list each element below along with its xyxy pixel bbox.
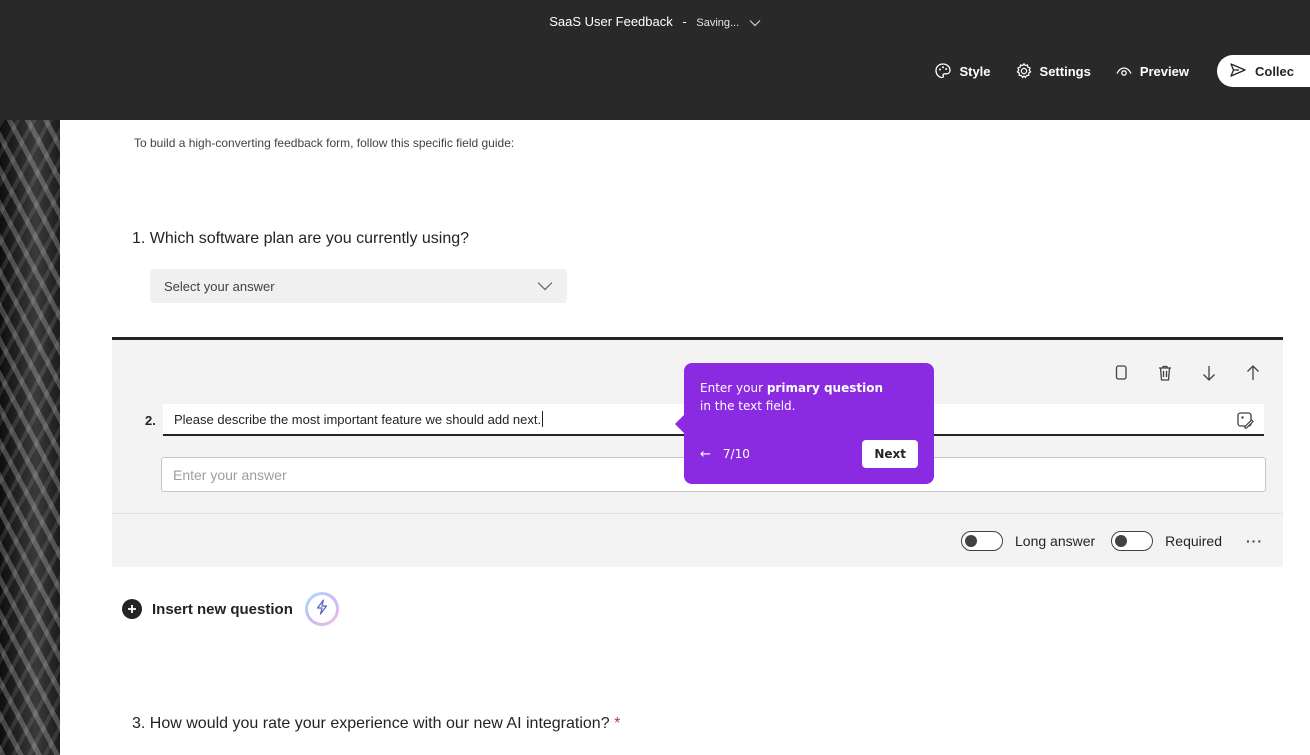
arrow-down-icon[interactable] bbox=[1201, 364, 1217, 387]
question-actions bbox=[1113, 364, 1261, 387]
long-answer-label: Long answer bbox=[1015, 533, 1096, 549]
collect-responses-button[interactable]: Collec bbox=[1216, 55, 1310, 87]
plus-circle-icon[interactable] bbox=[122, 599, 142, 619]
background-pattern bbox=[0, 120, 60, 755]
required-label: Required bbox=[1165, 533, 1222, 549]
collect-label: Collec bbox=[1254, 63, 1294, 79]
insert-new-question-button[interactable]: Insert new question bbox=[152, 601, 293, 618]
trash-icon[interactable] bbox=[1157, 364, 1173, 387]
top-bar: SaaS User Feedback - Saving... Style Set… bbox=[0, 0, 1310, 120]
question-2-number: 2. bbox=[145, 413, 156, 428]
gear-icon bbox=[1015, 62, 1033, 80]
image-edit-icon[interactable] bbox=[1236, 411, 1254, 432]
lightning-icon bbox=[315, 599, 329, 619]
long-answer-toggle[interactable] bbox=[961, 531, 1003, 551]
send-icon bbox=[1229, 61, 1247, 82]
select-placeholder: Select your answer bbox=[164, 278, 275, 294]
required-asterisk: * bbox=[614, 715, 621, 732]
saving-status: Saving... bbox=[696, 17, 740, 29]
settings-button[interactable]: Settings bbox=[1015, 62, 1091, 80]
tooltip-navigation: ← 7/10 Next bbox=[700, 440, 918, 468]
chevron-down-icon[interactable] bbox=[749, 15, 761, 30]
form-intro-text: To build a high-converting feedback form… bbox=[134, 136, 515, 150]
answer-placeholder: Enter your answer bbox=[173, 466, 287, 483]
tooltip-text-bold: primary question bbox=[766, 381, 884, 395]
question-3-text: 3. How would you rate your experience wi… bbox=[132, 715, 610, 732]
tooltip-back-arrow[interactable]: ← bbox=[700, 447, 711, 462]
required-toggle[interactable] bbox=[1111, 531, 1154, 551]
insert-question-row: Insert new question bbox=[122, 592, 339, 626]
document-title[interactable]: SaaS User Feedback bbox=[549, 14, 673, 29]
tooltip-step-counter: 7/10 bbox=[722, 447, 750, 461]
tooltip-text-suffix: in the text field. bbox=[700, 399, 796, 413]
title-separator: - bbox=[682, 14, 687, 29]
tooltip-next-button[interactable]: Next bbox=[862, 440, 918, 468]
document-title-bar[interactable]: SaaS User Feedback - Saving... bbox=[0, 14, 1310, 30]
question-3-title[interactable]: 3. How would you rate your experience wi… bbox=[132, 715, 620, 733]
guide-tooltip: Enter your primary question in the text … bbox=[675, 363, 934, 484]
copy-icon[interactable] bbox=[1113, 364, 1129, 387]
style-button[interactable]: Style bbox=[934, 62, 991, 80]
arrow-up-icon[interactable] bbox=[1245, 364, 1261, 387]
question-options: Long answer Required ··· bbox=[961, 527, 1263, 555]
style-label: Style bbox=[959, 63, 991, 79]
chevron-down-icon bbox=[537, 279, 553, 294]
eye-icon bbox=[1115, 62, 1133, 80]
tooltip-text: Enter your primary question in the text … bbox=[700, 379, 918, 415]
card-divider bbox=[112, 513, 1283, 514]
settings-label: Settings bbox=[1039, 63, 1091, 79]
text-caret bbox=[542, 411, 544, 427]
ai-suggest-button[interactable] bbox=[304, 592, 339, 626]
palette-icon bbox=[934, 62, 952, 80]
toolbar: Style Settings Preview Collec bbox=[934, 55, 1310, 87]
question-2-title: Please describe the most important featu… bbox=[174, 411, 542, 427]
preview-label: Preview bbox=[1139, 63, 1189, 79]
preview-button[interactable]: Preview bbox=[1115, 62, 1189, 80]
question-1-select[interactable]: Select your answer bbox=[150, 269, 567, 303]
question-1-title[interactable]: 1. Which software plan are you currently… bbox=[132, 230, 469, 248]
tooltip-text-prefix: Enter your bbox=[700, 381, 767, 395]
more-options-button[interactable]: ··· bbox=[1246, 533, 1263, 549]
